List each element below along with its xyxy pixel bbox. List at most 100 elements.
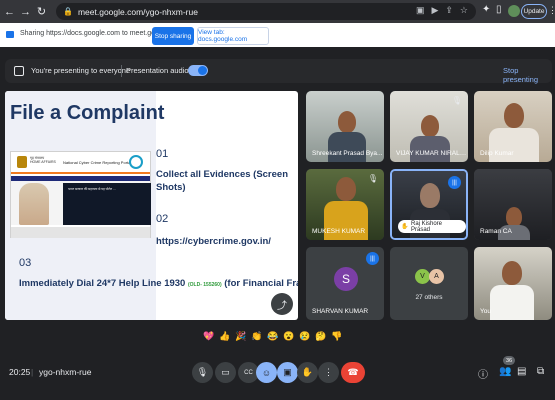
reaction-party[interactable]: 🎉 — [235, 329, 247, 343]
more-options-button[interactable]: ⋮ — [318, 362, 339, 383]
presented-slide: File a Complaint गृह मंत्रालय HOME AFFAI… — [5, 91, 298, 320]
participant-tile[interactable]: 🎙 MUKESH KUMAR — [306, 169, 384, 240]
reaction-clap[interactable]: 👏 — [251, 329, 263, 343]
sidebar-icon[interactable]: ▯ — [496, 4, 502, 15]
present-screen-icon — [14, 66, 24, 76]
presentation-audio-toggle[interactable] — [188, 65, 208, 76]
phone-hangup-icon: ☎ — [347, 367, 359, 377]
camera-icon: ▭ — [221, 367, 230, 377]
reaction-surprised[interactable]: 😮 — [283, 329, 295, 343]
activities-icon[interactable]: ⧉ — [537, 366, 544, 377]
more-vert-icon: ⋮ — [324, 367, 333, 377]
camera-icon[interactable]: ▶ — [431, 5, 438, 16]
participant-tile[interactable]: S ||| SHARVAN KUMAR — [306, 247, 384, 320]
reaction-sad[interactable]: 😢 — [299, 329, 311, 343]
others-tile[interactable]: V A 27 others — [390, 247, 468, 320]
chat-icon[interactable]: ▤ — [517, 366, 526, 377]
microphone-icon: 🎙 — [196, 367, 209, 377]
info-icon[interactable]: ⓘ — [478, 366, 488, 381]
ministry-label: गृह मंत्रालय HOME AFFAIRS — [30, 156, 56, 164]
microphone-button[interactable]: 🎙 — [192, 362, 213, 383]
participant-tile[interactable]: Raman CA — [474, 169, 552, 240]
participant-tile[interactable]: Dilip Kumar — [474, 91, 552, 162]
participant-name: You — [480, 308, 491, 315]
raise-hand-icon: ✋ — [301, 367, 314, 377]
participant-count-badge: 36 — [503, 356, 515, 365]
divider — [121, 65, 122, 77]
presenting-bar: You're presenting to everyone Presentati… — [5, 59, 552, 84]
participant-name: Dilip Kumar — [480, 150, 514, 157]
participant-avatar: V — [415, 269, 430, 284]
forward-arrow-icon[interactable]: → — [19, 6, 32, 18]
url-text: meet.google.com/ygo-nhxm-rue — [77, 6, 198, 17]
address-bar[interactable]: 🔒 meet.google.com/ygo-nhxm-rue ▣ ▶ ⇪ ☆ — [56, 3, 476, 20]
participant-tile[interactable]: 🎙 VIJAY KUMAR NIRALA... — [390, 91, 468, 162]
reaction-thumbs-up[interactable]: 👍 — [219, 329, 231, 343]
helpline-text: Immediately Dial 24*7 Help Line 1930 — [19, 278, 186, 289]
step-text-3: Immediately Dial 24*7 Help Line 1930 (OL… — [19, 277, 298, 292]
participant-name: Shreekant Prasad Bya... — [312, 150, 383, 157]
participant-avatar: A — [429, 269, 444, 284]
browser-toolbar: ← → ↻ 🔒 meet.google.com/ygo-nhxm-rue ▣ ▶… — [0, 0, 555, 23]
update-button[interactable]: Update — [521, 4, 547, 19]
helpline-tail: (for Financial Fraud) — [224, 278, 298, 289]
mic-off-icon: 🎙 — [451, 96, 462, 105]
participant-name: Raman CA — [480, 228, 512, 235]
portal-name: National Cyber Crime Reporting Portal — [63, 160, 132, 165]
portrait-image — [19, 183, 49, 225]
lock-icon: 🔒 — [63, 7, 73, 16]
reaction-heart[interactable]: 💖 — [203, 329, 215, 343]
step-number-1: 01 — [156, 148, 169, 160]
emblem-icon — [17, 156, 27, 168]
reaction-thumbs-down[interactable]: 👎 — [331, 329, 343, 343]
screen-share-icon[interactable]: ▣ — [416, 5, 425, 16]
portal-header: गृह मंत्रालय HOME AFFAIRS National Cyber… — [11, 152, 150, 174]
stop-sharing-button[interactable]: Stop sharing — [152, 27, 194, 45]
divider: | — [31, 367, 34, 377]
participant-name-pill: ✋ Raj Kishore Prasad — [398, 220, 466, 233]
banner-text: भारत सरकार की सहायता से यह पोर्टल ... — [68, 187, 116, 191]
reaction-thinking[interactable]: 🤔 — [315, 329, 327, 343]
reaction-laugh[interactable]: 😂 — [267, 329, 279, 343]
others-count-label: 27 others — [415, 294, 443, 301]
mic-off-icon: 🎙 — [367, 174, 378, 183]
participant-tile[interactable]: Shreekant Prasad Bya... — [306, 91, 384, 162]
speaking-indicator-icon: ||| — [366, 252, 379, 265]
present-now-button[interactable]: ▣ — [277, 362, 298, 383]
participant-name: SHARVAN KUMAR — [312, 308, 369, 315]
view-tab-button[interactable]: View tab: docs.google.com — [197, 27, 269, 45]
old-helpline: (OLD- 155260) — [187, 282, 222, 288]
bookmark-star-icon[interactable]: ☆ — [460, 5, 468, 16]
raise-hand-button[interactable]: ✋ — [297, 362, 318, 383]
slide-title: File a Complaint — [10, 102, 165, 124]
leave-call-button[interactable]: ☎ — [341, 362, 365, 383]
captions-icon: CC — [244, 369, 253, 376]
sharing-icon — [6, 31, 14, 38]
profile-avatar[interactable] — [508, 5, 520, 17]
reactions-bar: 💖 👍 🎉 👏 😂 😮 😢 🤔 👎 — [203, 329, 343, 347]
extension-icon[interactable]: ✦ — [482, 4, 490, 15]
share-icon[interactable]: ⤴ — [271, 293, 293, 315]
camera-button[interactable]: ▭ — [215, 362, 236, 383]
chrome-menu-icon[interactable]: ⋮ — [548, 5, 555, 16]
participant-tile-active[interactable]: ||| ✋ Raj Kishore Prasad — [390, 169, 468, 240]
emoji-reactions-button[interactable]: ☺ — [256, 362, 277, 383]
self-tile[interactable]: You — [474, 247, 552, 320]
step-text-1: Collect all Evidences (Screen Shots) — [156, 169, 289, 193]
stop-presenting-button[interactable]: Stop presenting — [503, 66, 552, 84]
share-page-icon[interactable]: ⇪ — [445, 5, 453, 16]
i4c-logo — [129, 155, 143, 169]
step-number-2: 02 — [156, 213, 169, 225]
emoji-icon: ☺ — [261, 367, 272, 378]
reload-icon[interactable]: ↻ — [35, 5, 48, 18]
participant-name: MUKESH KUMAR — [312, 228, 366, 235]
portal-banner: भारत सरकार की सहायता से यह पोर्टल ... — [63, 183, 151, 225]
pin-icon: ✋ — [401, 224, 409, 230]
step-text-2: https://cybercrime.gov.in/ — [156, 236, 271, 247]
back-arrow-icon[interactable]: ← — [3, 6, 16, 18]
people-icon[interactable]: 👥 — [499, 366, 511, 377]
speaking-indicator-icon: ||| — [448, 176, 461, 189]
clock-time: 20:25 — [9, 367, 31, 377]
presenting-message: You're presenting to everyone — [31, 66, 131, 75]
participant-name: VIJAY KUMAR NIRALA... — [396, 150, 468, 157]
